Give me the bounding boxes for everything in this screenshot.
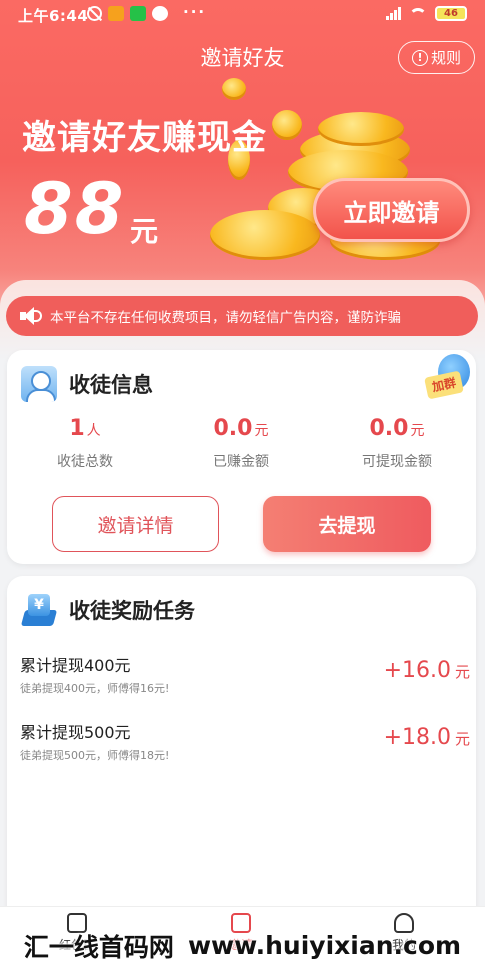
- status-time: 上午6:44: [18, 7, 89, 25]
- stats-row: 1人 收徒总数 0.0 元 已赚金额 0.0 元 可提现金额: [7, 416, 476, 471]
- speaker-icon: [20, 307, 42, 325]
- stat-label: 可提现金额: [362, 454, 432, 470]
- rules-label: 规则: [430, 49, 461, 67]
- disciple-info-card: 收徒信息 1人 收徒总数 0.0 元 已赚金额 0.0 元 可提现金额 邀请详情 去…: [7, 350, 476, 564]
- watermark: 汇一线首码网 www.huiyixian.com: [0, 928, 485, 963]
- task-item: 累计提现500元 徒弟提现500元，师傅得18元! +18.0 元: [20, 719, 470, 771]
- hero-amount: 88: [24, 168, 126, 250]
- stat-unit: 人: [86, 423, 101, 439]
- hero-title: 邀请好友赚现金: [22, 118, 267, 158]
- rules-button[interactable]: ! 规则: [398, 41, 475, 74]
- watermark-url: www.huiyixian.com: [187, 931, 462, 960]
- invite-now-button[interactable]: 立即邀请: [313, 178, 470, 242]
- task-reward-value: +18.0: [383, 725, 451, 750]
- stat-label: 已赚金额: [213, 454, 269, 470]
- wechat-icon: [130, 6, 146, 21]
- task-desc: 徒弟提现500元，师傅得18元!: [20, 749, 170, 762]
- signal-icon: [386, 7, 401, 20]
- stat-value: 1: [69, 416, 85, 441]
- coin-icon: [222, 78, 246, 100]
- task-reward-value: +16.0: [383, 658, 451, 683]
- stat-withdrawable-amount: 0.0 元 可提现金额: [319, 416, 475, 471]
- task-reward-unit: 元: [454, 730, 470, 748]
- task-reward: +16.0 元: [384, 658, 470, 683]
- task-reward: +18.0 元: [384, 725, 470, 750]
- coin-icon: [272, 110, 302, 140]
- join-group-label: 加群: [424, 370, 464, 400]
- stat-label: 收徒总数: [57, 454, 113, 470]
- qq-icon: [152, 6, 168, 21]
- stat-unit: 元: [410, 423, 425, 439]
- stat-earned-amount: 0.0 元 已赚金额: [163, 416, 319, 471]
- coin-icon: [210, 210, 320, 260]
- stat-total-disciples: 1人 收徒总数: [7, 416, 163, 471]
- task-reward-unit: 元: [454, 663, 470, 681]
- disciple-avatar-icon: [21, 366, 57, 402]
- notice-bar: 本平台不存在任何收费项目，请勿轻信广告内容，谨防诈骗: [6, 296, 478, 336]
- task-desc: 徒弟提现400元，师傅得16元!: [20, 682, 170, 695]
- hero-amount-unit: 元: [130, 215, 159, 248]
- notice-text: 本平台不存在任何收费项目，请勿轻信广告内容，谨防诈骗: [50, 310, 401, 326]
- notification-icons: [87, 6, 168, 21]
- withdraw-button[interactable]: 去提现: [263, 496, 431, 552]
- wifi-icon: [409, 7, 427, 20]
- status-right: 46: [386, 6, 467, 21]
- stat-unit: 元: [254, 423, 269, 439]
- card-header: 收徒信息: [21, 366, 153, 402]
- money-symbol: ¥: [28, 594, 50, 616]
- card-title: 收徒奖励任务: [69, 599, 195, 623]
- coin-icon: [318, 112, 404, 146]
- task-name: 累计提现500元: [20, 723, 131, 742]
- card-title: 收徒信息: [69, 373, 153, 397]
- invite-details-button[interactable]: 邀请详情: [52, 496, 219, 552]
- task-item: 累计提现400元 徒弟提现400元，师傅得16元! +16.0 元: [20, 652, 470, 704]
- status-bar: 上午6:44 ··· 46: [0, 0, 485, 28]
- info-icon: !: [411, 49, 428, 66]
- task-name: 累计提现400元: [20, 656, 131, 675]
- stat-value: 0.0: [213, 416, 253, 441]
- watermark-site-name: 汇一线首码网: [23, 932, 174, 962]
- reward-tasks-card: ¥ 收徒奖励任务 累计提现400元 徒弟提现400元，师傅得16元! +16.0…: [7, 576, 476, 916]
- battery-icon: 46: [435, 6, 467, 21]
- mute-icon: [87, 6, 102, 21]
- app-notification-icon: [108, 6, 124, 21]
- stat-value: 0.0: [369, 416, 409, 441]
- more-notifications-icon: ···: [183, 3, 207, 21]
- money-icon: ¥: [20, 592, 58, 628]
- join-group-badge[interactable]: 加群: [424, 352, 476, 402]
- card-header: ¥ 收徒奖励任务: [20, 592, 195, 628]
